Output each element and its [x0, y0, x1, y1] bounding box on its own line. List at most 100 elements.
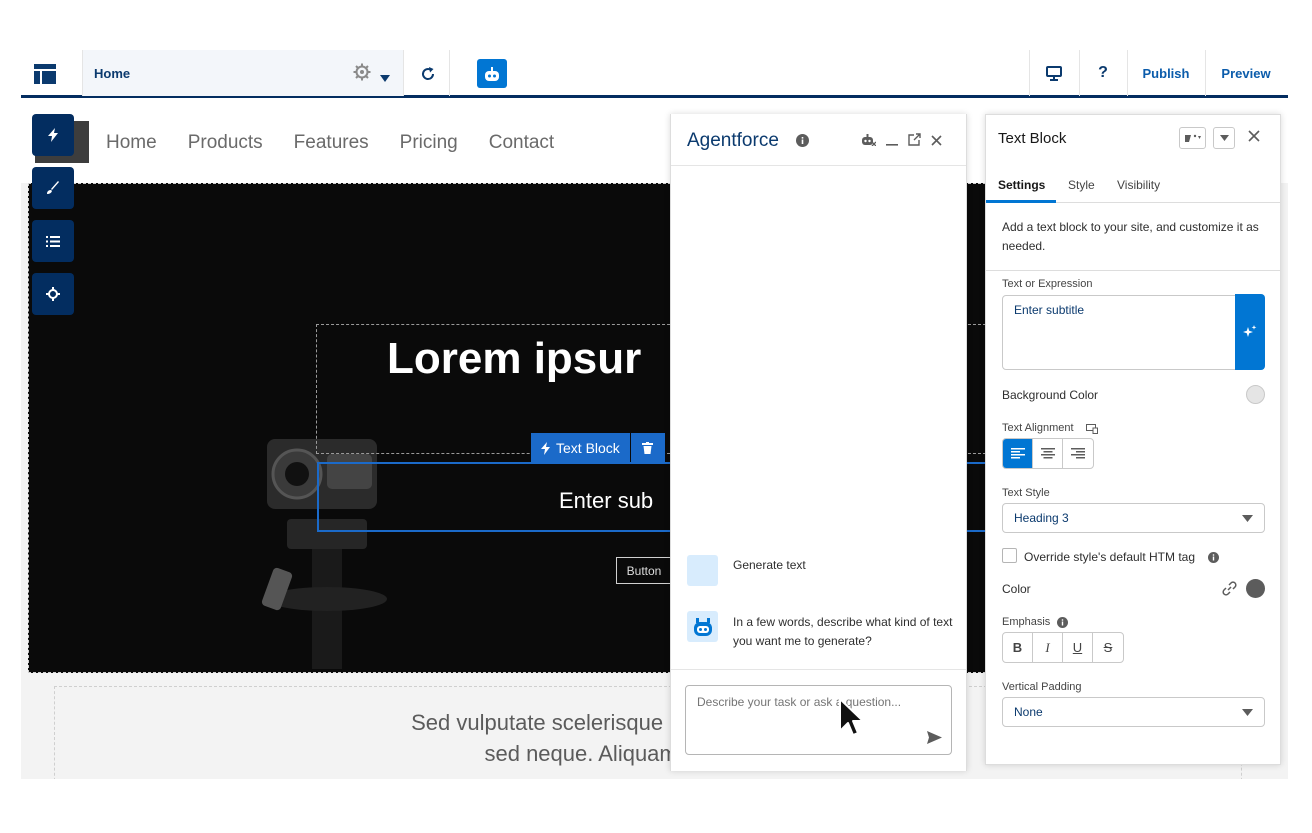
section-divider [986, 270, 1280, 271]
properties-title: Text Block [998, 130, 1067, 147]
nav-link-products[interactable]: Products [188, 132, 263, 154]
lightning-icon [48, 128, 58, 142]
vertical-padding-value: None [1014, 705, 1043, 719]
vertical-padding-label: Vertical Padding [1002, 681, 1082, 693]
panel-menu-button[interactable] [1213, 127, 1235, 149]
sparkle-icon [1243, 325, 1257, 337]
agentforce-window-controls [861, 133, 942, 151]
agentforce-title: Agentforce [687, 130, 779, 151]
theme-tool-button[interactable] [32, 167, 74, 209]
align-left-button[interactable] [1003, 439, 1033, 468]
hero-button[interactable]: Button [616, 557, 672, 584]
preview-button[interactable]: Preview [1206, 50, 1286, 96]
italic-button[interactable]: I [1033, 633, 1063, 662]
components-tool-button[interactable] [32, 114, 74, 156]
text-block-badge[interactable]: Text Block [531, 433, 665, 463]
agent-divider [671, 669, 966, 670]
nav-link-features[interactable]: Features [294, 132, 369, 154]
top-toolbar: Home ? Publish Preview [21, 50, 1288, 98]
active-tab-indicator [986, 200, 1056, 203]
align-left-icon [1010, 448, 1025, 459]
strikethrough-button[interactable]: S [1093, 633, 1123, 662]
agent-settings-icon[interactable] [861, 133, 877, 151]
toolbar-divider [1029, 50, 1030, 96]
underline-button[interactable]: U [1063, 633, 1093, 662]
emphasis-label: Emphasis [1002, 616, 1051, 628]
nav-link-pricing[interactable]: Pricing [400, 132, 458, 154]
help-icon[interactable]: ? [1081, 50, 1125, 96]
text-style-select[interactable]: Heading 3 [1002, 503, 1265, 533]
bold-button[interactable]: B [1003, 633, 1033, 662]
link-icon[interactable] [1222, 581, 1237, 601]
text-alignment-label: Text Alignment [1002, 422, 1074, 434]
align-right-icon [1071, 448, 1085, 459]
agentforce-button[interactable] [477, 59, 507, 88]
text-style-value: Heading 3 [1014, 511, 1069, 525]
properties-tabs: Settings Style Visibility [986, 167, 1280, 203]
ai-generate-button[interactable] [1235, 294, 1265, 370]
agent-prompt-input[interactable] [685, 685, 952, 755]
app-menu-icon[interactable] [33, 62, 57, 86]
color-label: Color [1002, 582, 1031, 596]
chevron-down-icon [1242, 514, 1253, 522]
tab-style[interactable]: Style [1068, 178, 1095, 192]
lightning-icon [541, 441, 550, 455]
align-center-button[interactable] [1033, 439, 1063, 468]
background-color-swatch[interactable] [1246, 385, 1265, 404]
toolbar-divider [449, 50, 450, 96]
tab-settings[interactable]: Settings [998, 178, 1045, 192]
structure-tool-button[interactable] [32, 220, 74, 262]
chevron-down-icon[interactable] [380, 69, 390, 87]
chevron-down-icon [1242, 708, 1253, 716]
refresh-icon[interactable] [416, 62, 440, 86]
align-center-icon [1040, 448, 1055, 459]
component-icon [1184, 134, 1201, 142]
page-selector-label: Home [94, 66, 131, 81]
minimize-icon[interactable] [886, 133, 898, 151]
list-icon [46, 235, 60, 247]
hero-title[interactable]: Lorem ipsur [387, 334, 641, 384]
text-alignment-group [1002, 438, 1094, 469]
user-message: Generate text [733, 558, 806, 572]
hero-subtitle[interactable]: Enter sub [559, 488, 653, 514]
device-icon [1086, 421, 1098, 439]
override-tag-label: Override style's default HTM tag [1024, 550, 1196, 564]
component-description: Add a text block to your site, and custo… [1002, 220, 1259, 253]
text-expression-input[interactable]: Enter subtitle [1002, 295, 1236, 370]
info-icon[interactable] [796, 134, 809, 152]
info-icon[interactable] [1208, 550, 1219, 568]
text-expression-label: Text or Expression [1002, 278, 1093, 290]
nav-link-home[interactable]: Home [106, 132, 157, 154]
close-icon[interactable] [931, 133, 942, 151]
close-icon[interactable] [1248, 129, 1260, 147]
text-block-badge-label[interactable]: Text Block [531, 433, 630, 463]
page-selector[interactable]: Home [82, 50, 404, 96]
emphasis-group: B I U S [1002, 632, 1124, 663]
text-color-swatch[interactable] [1246, 579, 1265, 598]
badge-text: Text Block [556, 440, 620, 456]
tab-visibility[interactable]: Visibility [1117, 178, 1160, 192]
component-actions-button[interactable] [1179, 127, 1206, 149]
override-tag-checkbox[interactable] [1002, 548, 1017, 563]
settings-tool-button[interactable] [32, 273, 74, 315]
nav-links: Home Products Features Pricing Contact [106, 132, 554, 154]
info-icon[interactable] [1057, 615, 1068, 633]
page-settings-icon[interactable] [353, 63, 371, 86]
brush-icon [47, 181, 59, 194]
text-style-label: Text Style [1002, 487, 1050, 499]
send-icon[interactable] [927, 731, 942, 749]
gear-icon [46, 287, 60, 301]
agent-message: In a few words, describe what kind of te… [733, 615, 953, 648]
align-right-button[interactable] [1063, 439, 1093, 468]
background-color-label: Background Color [1002, 388, 1099, 402]
nav-link-contact[interactable]: Contact [489, 132, 554, 154]
vertical-padding-select[interactable]: None [1002, 697, 1265, 727]
mouse-cursor-icon [838, 697, 864, 744]
agentforce-header: Agentforce [671, 114, 966, 166]
publish-button[interactable]: Publish [1128, 50, 1204, 96]
properties-panel: Text Block Settings Style Visibility Add… [985, 114, 1281, 765]
pop-out-icon[interactable] [908, 133, 921, 151]
delete-icon[interactable] [630, 433, 665, 463]
user-avatar [687, 555, 718, 586]
device-preview-icon[interactable] [1033, 50, 1075, 96]
